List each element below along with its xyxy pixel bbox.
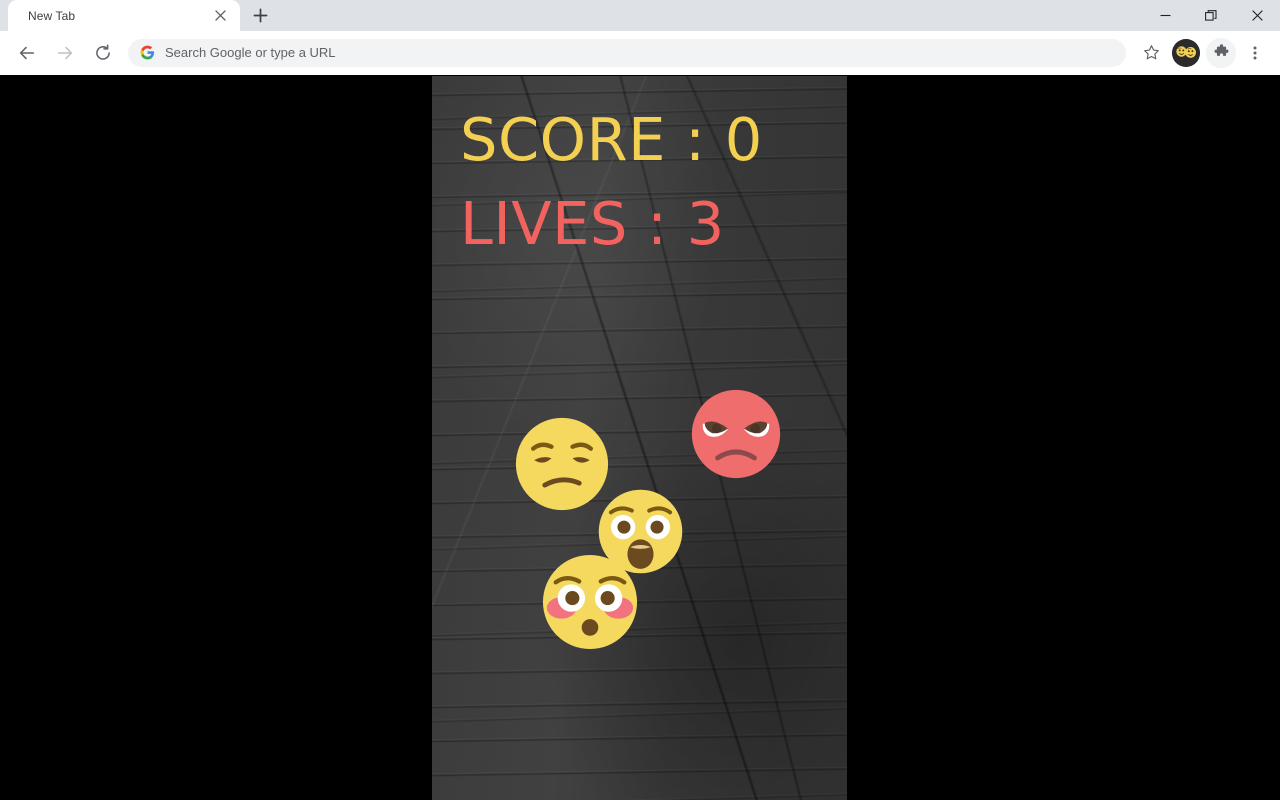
minimize-button[interactable] xyxy=(1142,0,1188,31)
profile-avatar[interactable] xyxy=(1172,38,1200,67)
browser-tab[interactable]: New Tab xyxy=(8,0,240,31)
close-icon[interactable] xyxy=(210,6,230,26)
tab-strip: New Tab xyxy=(0,0,1280,31)
forward-icon[interactable] xyxy=(49,37,81,69)
browser-toolbar: Search Google or type a URL xyxy=(0,31,1280,75)
browser-window: New Tab Search Google or type a URL SCOR… xyxy=(0,0,1280,800)
close-button[interactable] xyxy=(1234,0,1280,31)
pouting-face-emoji[interactable] xyxy=(690,388,782,480)
extensions-puzzle-icon[interactable] xyxy=(1206,37,1236,68)
back-icon[interactable] xyxy=(11,37,43,69)
window-controls xyxy=(1142,0,1280,31)
page-viewport: SCORE : 0 LIVES : 3 xyxy=(0,76,1280,800)
address-bar[interactable]: Search Google or type a URL xyxy=(128,38,1126,67)
reload-icon[interactable] xyxy=(87,37,119,69)
new-tab-icon[interactable] xyxy=(246,1,274,29)
tab-title: New Tab xyxy=(28,8,76,23)
bookmark-star-icon[interactable] xyxy=(1136,38,1166,68)
astonished-face-emoji[interactable] xyxy=(597,488,684,575)
unamused-face-emoji[interactable] xyxy=(514,416,610,512)
lives-display: LIVES : 3 xyxy=(460,188,725,258)
address-bar-placeholder: Search Google or type a URL xyxy=(165,45,336,60)
game-canvas[interactable]: SCORE : 0 LIVES : 3 xyxy=(432,76,847,800)
google-g-icon xyxy=(140,45,155,60)
game-hud: SCORE : 0 LIVES : 3 xyxy=(432,76,847,266)
chrome-menu-icon[interactable] xyxy=(1240,38,1270,68)
score-display: SCORE : 0 xyxy=(460,105,763,174)
maximize-button[interactable] xyxy=(1188,0,1234,31)
